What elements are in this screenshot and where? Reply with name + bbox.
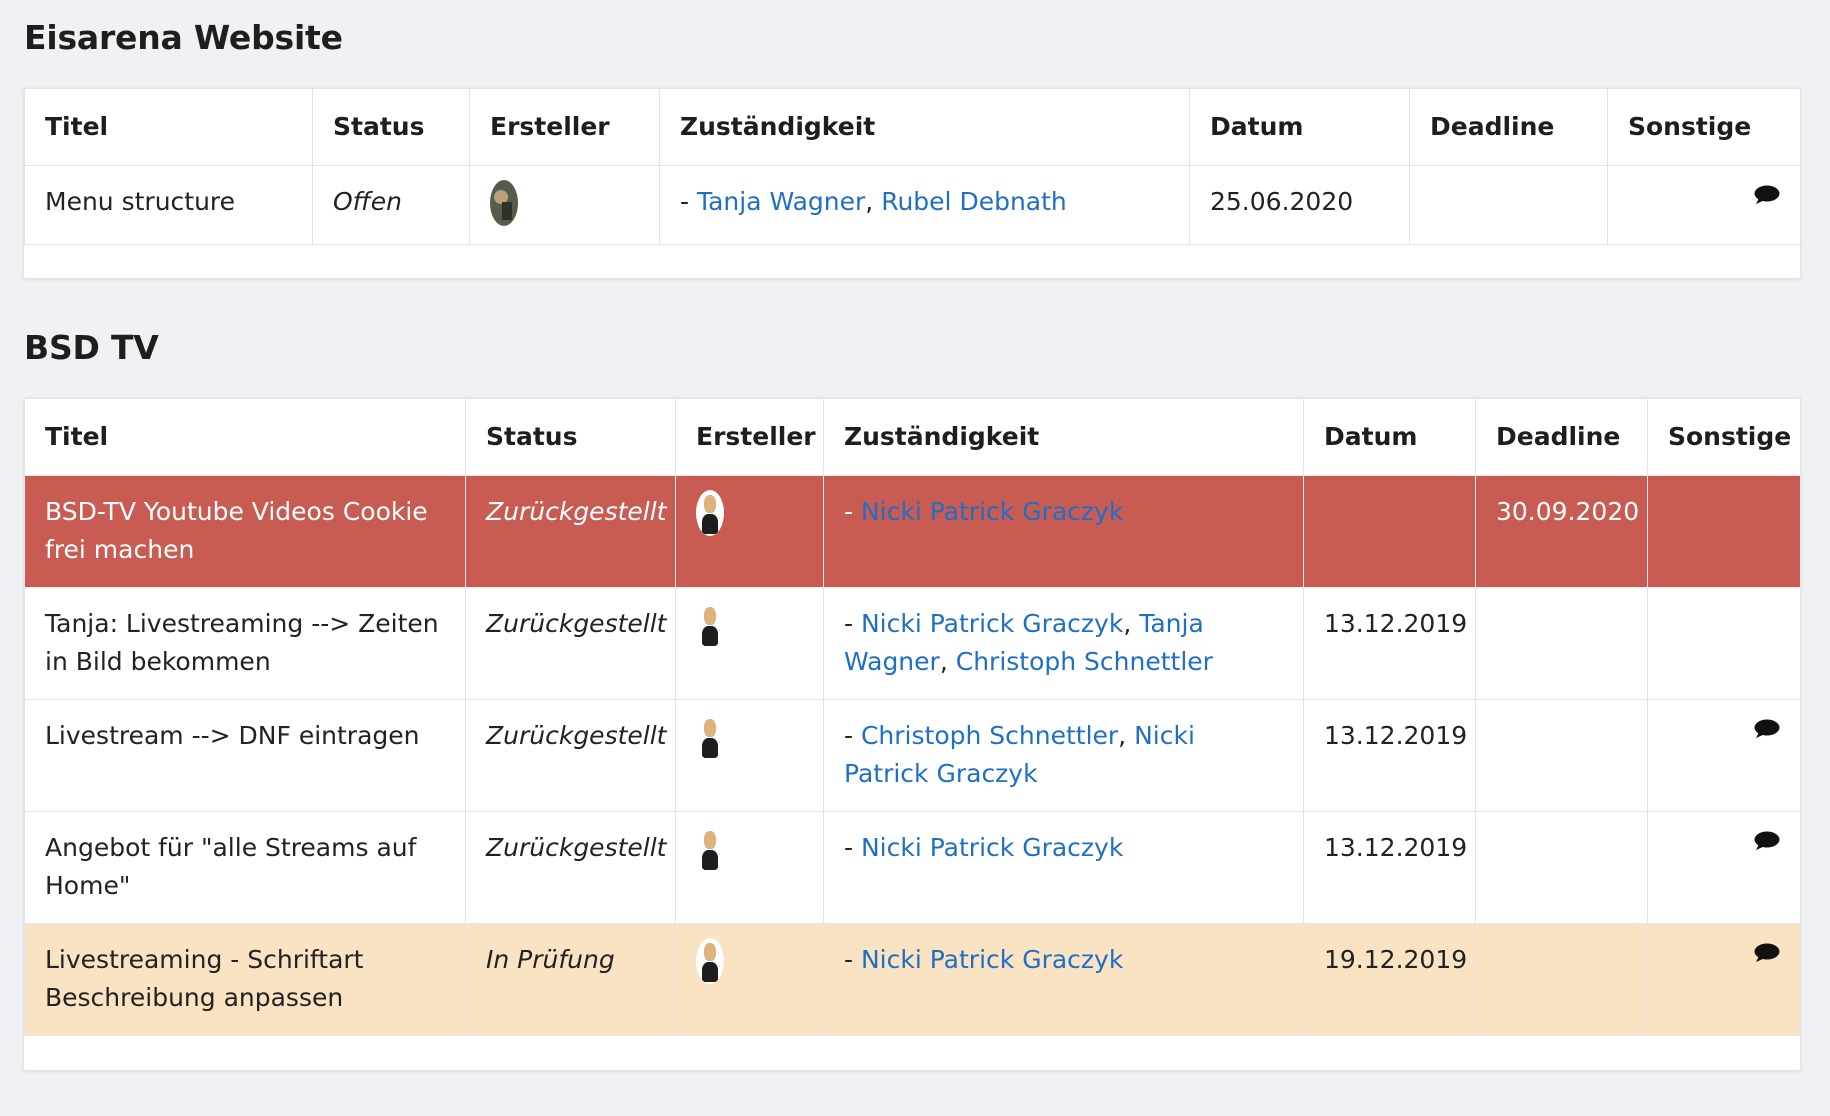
column-header-title[interactable]: Titel (24, 398, 466, 476)
column-header-creator[interactable]: Ersteller (675, 398, 824, 476)
task-date: 19.12.2019 (1303, 923, 1476, 1036)
assignees-cell: - Nicki Patrick Graczyk, Tanja Wagner, C… (823, 587, 1304, 700)
table-row[interactable]: BSD-TV Youtube Videos Cookie frei machen… (24, 475, 1801, 588)
task-status: Zurückgestellt (465, 475, 676, 588)
task-date: 13.12.2019 (1303, 587, 1476, 700)
assignee-link[interactable]: Tanja Wagner (697, 187, 865, 216)
column-header-deadline[interactable]: Deadline (1409, 88, 1608, 166)
task-title[interactable]: Livestreaming - Schriftart Beschreibung … (24, 923, 466, 1036)
tasks-table-card: Titel Status Ersteller Zuständigkeit Dat… (24, 398, 1801, 1070)
task-deadline (1475, 923, 1648, 1036)
section-title: Eisarena Website (24, 18, 343, 57)
task-title[interactable]: Livestream --> DNF eintragen (24, 699, 466, 812)
creator-avatar[interactable] (696, 714, 724, 760)
task-date (1303, 475, 1476, 588)
table-row[interactable]: Livestream --> DNF eintragen Zurückgeste… (24, 699, 1801, 812)
misc-cell (1607, 165, 1801, 245)
task-deadline (1475, 699, 1648, 812)
tasks-table: Titel Status Ersteller Zuständigkeit Dat… (24, 88, 1801, 245)
speech-bubble-icon[interactable] (1754, 831, 1780, 851)
task-status: Zurückgestellt (465, 811, 676, 924)
assignee-link[interactable]: Nicki Patrick Graczyk (861, 833, 1123, 862)
creator-cell (675, 811, 824, 924)
creator-avatar[interactable] (490, 180, 518, 226)
creator-cell (675, 923, 824, 1036)
creator-cell (675, 587, 824, 700)
table-row[interactable]: Livestreaming - Schriftart Beschreibung … (24, 923, 1801, 1036)
column-header-misc[interactable]: Sonstige (1607, 88, 1801, 166)
creator-avatar[interactable] (696, 938, 724, 984)
task-date: 25.06.2020 (1189, 165, 1410, 245)
task-deadline (1475, 587, 1648, 700)
table-row[interactable]: Angebot für "alle Streams auf Home" Zurü… (24, 811, 1801, 924)
misc-cell (1647, 475, 1801, 588)
speech-bubble-icon[interactable] (1754, 719, 1780, 739)
assignees-cell: - Nicki Patrick Graczyk (823, 811, 1304, 924)
task-status: In Prüfung (465, 923, 676, 1036)
tasks-table-card: Titel Status Ersteller Zuständigkeit Dat… (24, 88, 1801, 278)
misc-cell (1647, 811, 1801, 924)
creator-cell (675, 699, 824, 812)
task-title[interactable]: Menu structure (24, 165, 313, 245)
assignee-link[interactable]: Nicki Patrick Graczyk (861, 945, 1123, 974)
creator-avatar[interactable] (696, 490, 724, 536)
speech-bubble-icon[interactable] (1754, 943, 1780, 963)
column-header-date[interactable]: Datum (1189, 88, 1410, 166)
table-header-row: Titel Status Ersteller Zuständigkeit Dat… (24, 398, 1801, 476)
task-status: Zurückgestellt (465, 587, 676, 700)
creator-avatar[interactable] (696, 602, 724, 648)
creator-avatar[interactable] (696, 826, 724, 872)
section-title: BSD TV (24, 328, 159, 367)
task-date: 13.12.2019 (1303, 811, 1476, 924)
column-header-deadline[interactable]: Deadline (1475, 398, 1648, 476)
tasks-table: Titel Status Ersteller Zuständigkeit Dat… (24, 398, 1801, 1036)
creator-cell (469, 165, 660, 245)
table-row[interactable]: Menu structure Offen - Tanja Wagner, Rub… (24, 165, 1801, 245)
column-header-misc[interactable]: Sonstige (1647, 398, 1801, 476)
column-header-title[interactable]: Titel (24, 88, 313, 166)
column-header-creator[interactable]: Ersteller (469, 88, 660, 166)
assignee-link[interactable]: Nicki Patrick Graczyk (861, 497, 1123, 526)
column-header-responsibility[interactable]: Zuständigkeit (659, 88, 1190, 166)
misc-cell (1647, 587, 1801, 700)
task-title[interactable]: Angebot für "alle Streams auf Home" (24, 811, 466, 924)
assignees-cell: - Nicki Patrick Graczyk (823, 923, 1304, 1036)
assignee-link[interactable]: Nicki Patrick Graczyk (861, 609, 1123, 638)
task-status: Offen (312, 165, 470, 245)
assignee-link[interactable]: Christoph Schnettler (861, 721, 1118, 750)
creator-cell (675, 475, 824, 588)
assignees-cell: - Tanja Wagner, Rubel Debnath (659, 165, 1190, 245)
assignees-cell: - Nicki Patrick Graczyk (823, 475, 1304, 588)
speech-bubble-icon[interactable] (1754, 185, 1780, 205)
task-title[interactable]: BSD-TV Youtube Videos Cookie frei machen (24, 475, 466, 588)
assignee-link[interactable]: Christoph Schnettler (956, 647, 1213, 676)
task-date: 13.12.2019 (1303, 699, 1476, 812)
assignees-cell: - Christoph Schnettler, Nicki Patrick Gr… (823, 699, 1304, 812)
column-header-status[interactable]: Status (465, 398, 676, 476)
task-deadline: 30.09.2020 (1475, 475, 1648, 588)
table-header-row: Titel Status Ersteller Zuständigkeit Dat… (24, 88, 1801, 166)
assignee-link[interactable]: Rubel Debnath (881, 187, 1067, 216)
task-title[interactable]: Tanja: Livestreaming --> Zeiten in Bild … (24, 587, 466, 700)
table-row[interactable]: Tanja: Livestreaming --> Zeiten in Bild … (24, 587, 1801, 700)
task-deadline (1475, 811, 1648, 924)
column-header-status[interactable]: Status (312, 88, 470, 166)
misc-cell (1647, 699, 1801, 812)
column-header-date[interactable]: Datum (1303, 398, 1476, 476)
task-deadline (1409, 165, 1608, 245)
column-header-responsibility[interactable]: Zuständigkeit (823, 398, 1304, 476)
task-status: Zurückgestellt (465, 699, 676, 812)
misc-cell (1647, 923, 1801, 1036)
